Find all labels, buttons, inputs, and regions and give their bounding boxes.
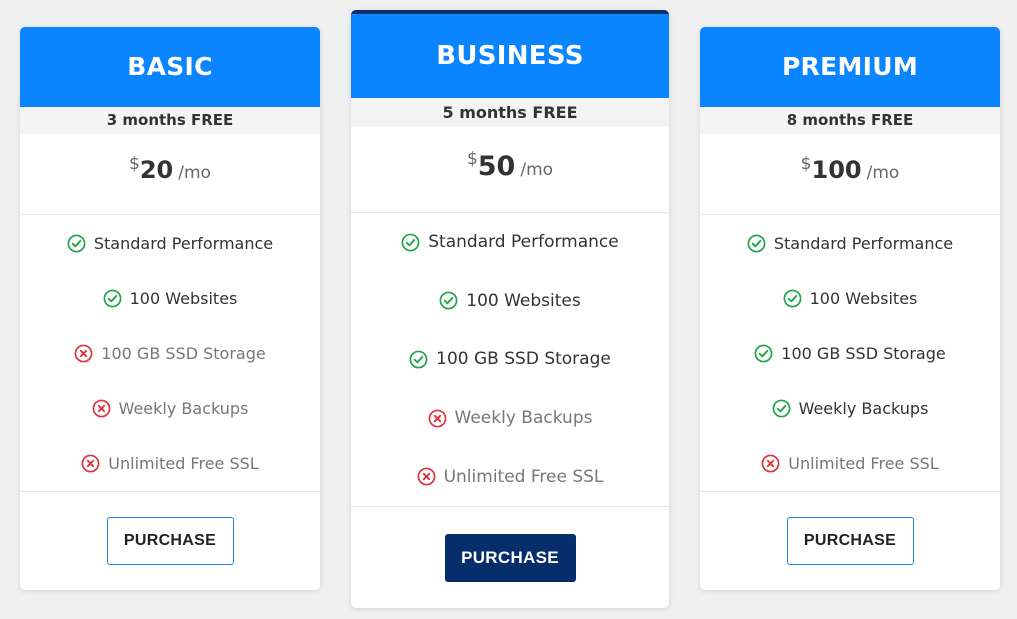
check-circle-icon [401,233,420,252]
feature-label: Weekly Backups [118,399,249,418]
feature-label: 100 GB SSD Storage [436,349,611,370]
feature-label: Unlimited Free SSL [108,454,259,473]
card-footer: PURCHASE [700,492,1000,565]
check-circle-icon [409,350,428,369]
check-circle-icon [67,234,86,253]
x-circle-icon [417,467,436,486]
plan-name: BUSINESS [351,14,669,98]
feature-label: 100 Websites [466,290,581,311]
feature-item: Unlimited Free SSL [700,436,1000,491]
plan-promo: 5 months FREE [351,98,669,127]
price-currency: $ [129,154,140,174]
feature-label: Standard Performance [93,234,274,253]
feature-item: Unlimited Free SSL [351,447,669,506]
feature-label: Standard Performance [773,234,954,253]
feature-label: 100 Websites [129,289,238,308]
feature-label: Weekly Backups [798,399,929,418]
feature-list: Standard Performance 100 Websites 100 GB S… [700,215,1000,492]
feature-label: 100 GB SSD Storage [781,344,946,363]
feature-label: Standard Performance [428,232,619,253]
feature-list: Standard Performance 100 Websites 100 GB S… [351,213,669,507]
feature-label: 100 GB SSD Storage [101,344,266,363]
feature-label: Weekly Backups [454,408,593,429]
feature-item: Unlimited Free SSL [20,436,320,491]
purchase-button-basic[interactable]: PURCHASE [106,517,234,565]
check-circle-icon [439,291,458,310]
plan-price: $50/mo [351,127,669,213]
feature-label: Unlimited Free SSL [443,466,604,487]
x-circle-icon [92,399,111,418]
feature-label: 100 Websites [809,289,918,308]
price-period: /mo [520,160,554,180]
pricing-card-basic: BASIC 3 months FREE $20/mo Standard Perf… [20,27,320,590]
pricing-card-business: BUSINESS 5 months FREE $50/mo Standard P… [351,10,669,608]
x-circle-icon [74,344,93,363]
x-circle-icon [428,409,447,428]
x-circle-icon [761,454,780,473]
plan-name: PREMIUM [700,27,1000,107]
feature-item: 100 GB SSD Storage [351,330,669,389]
price-currency: $ [800,154,812,174]
check-circle-icon [103,289,122,308]
feature-item: Weekly Backups [20,381,320,436]
card-footer: PURCHASE [20,492,320,565]
feature-item: Standard Performance [700,216,1000,271]
feature-item: 100 GB SSD Storage [20,326,320,381]
pricing-card-premium: PREMIUM 8 months FREE $100/mo Standard P… [700,27,1000,590]
plan-price: $100/mo [700,134,1000,215]
feature-item: 100 Websites [700,271,1000,326]
plan-promo: 3 months FREE [20,107,320,134]
card-footer: PURCHASE [351,507,669,582]
price-amount: 100 [811,156,862,184]
feature-label: Unlimited Free SSL [788,454,939,473]
feature-list: Standard Performance 100 Websites 100 GB S… [20,215,320,492]
check-circle-icon [783,289,802,308]
price-period: /mo [866,163,900,183]
check-circle-icon [754,344,773,363]
price-currency: $ [466,149,478,169]
x-circle-icon [81,454,100,473]
check-circle-icon [747,234,766,253]
purchase-button-premium[interactable]: PURCHASE [786,517,914,565]
feature-item: Standard Performance [351,213,669,272]
feature-item: Standard Performance [20,216,320,271]
price-amount: 50 [477,151,516,182]
feature-item: 100 Websites [351,272,669,331]
feature-item: 100 Websites [20,271,320,326]
check-circle-icon [772,399,791,418]
price-period: /mo [178,163,211,183]
feature-item: Weekly Backups [700,381,1000,436]
price-amount: 20 [139,156,174,184]
plan-promo: 8 months FREE [700,107,1000,134]
feature-item: 100 GB SSD Storage [700,326,1000,381]
plan-price: $20/mo [20,134,320,215]
plan-name: BASIC [20,27,320,107]
feature-item: Weekly Backups [351,389,669,448]
purchase-button-business[interactable]: PURCHASE [444,533,576,582]
